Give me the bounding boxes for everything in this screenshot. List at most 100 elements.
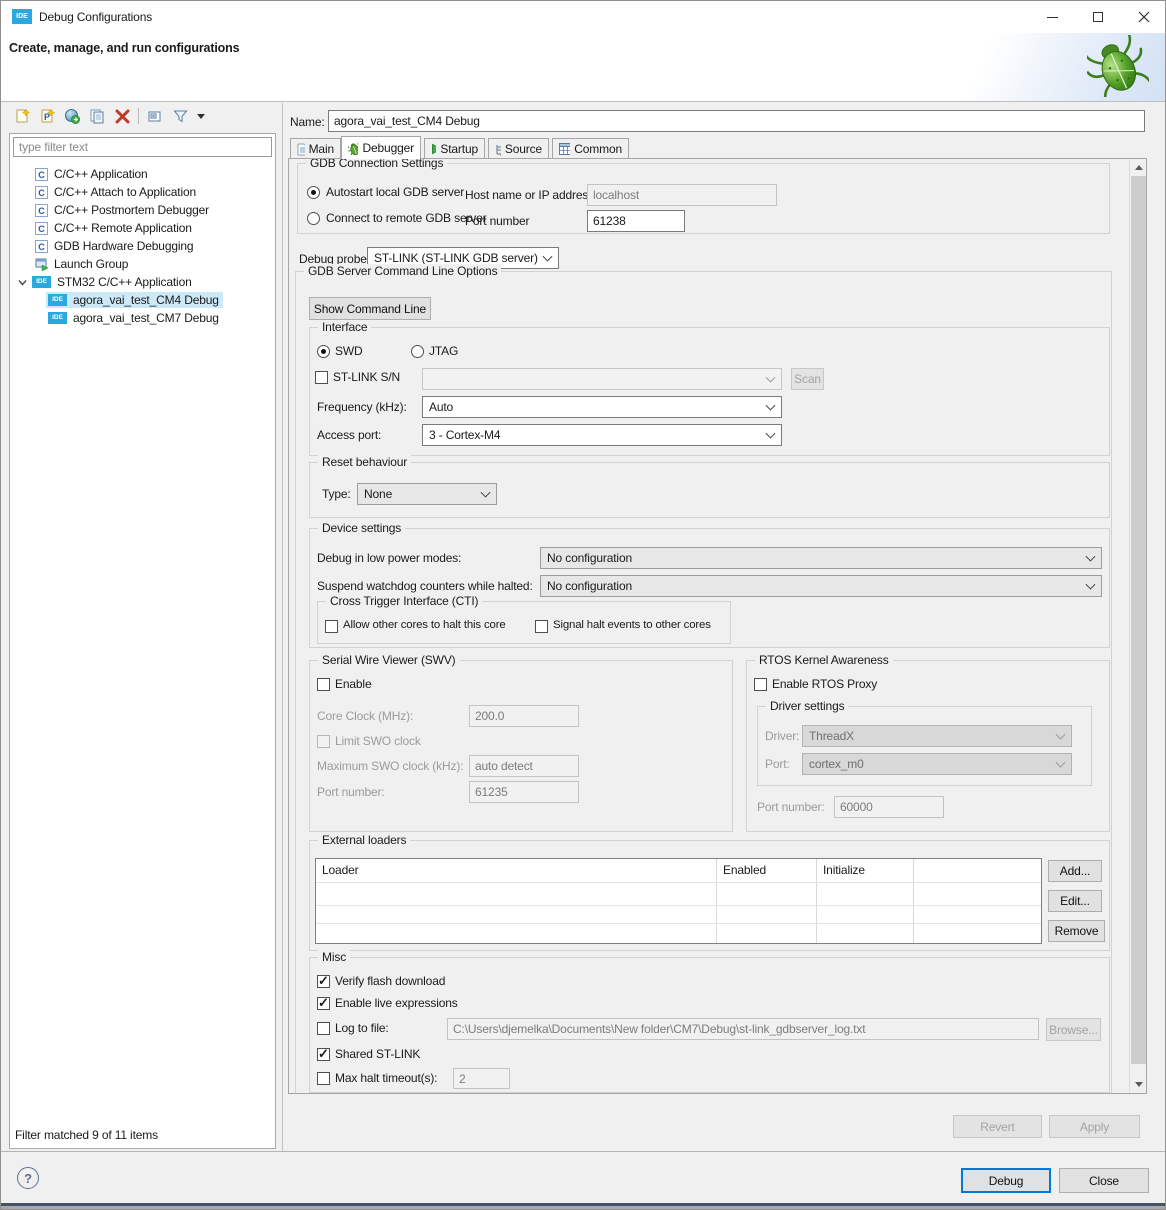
dialog-subtitle: Create, manage, and run configurations bbox=[9, 41, 240, 55]
live-expressions-checkbox[interactable] bbox=[317, 995, 330, 1011]
host-input[interactable]: localhost bbox=[587, 184, 777, 206]
swv-port-input[interactable]: 61235 bbox=[469, 781, 579, 803]
tab-main[interactable]: Main bbox=[290, 138, 341, 159]
log-file-input[interactable]: C:\Users\djemelka\Documents\New folder\C… bbox=[447, 1018, 1039, 1040]
swd-label: SWD bbox=[335, 344, 363, 358]
launch-group-icon bbox=[35, 258, 49, 271]
limit-swo-checkbox[interactable] bbox=[317, 735, 330, 748]
stlink-sn-combo[interactable] bbox=[422, 368, 782, 390]
signal-halt-checkbox[interactable] bbox=[535, 620, 548, 633]
driver-combo[interactable]: ThreadX bbox=[802, 725, 1072, 747]
scan-button[interactable]: Scan bbox=[791, 368, 824, 390]
rtos-port-combo[interactable]: cortex_m0 bbox=[802, 753, 1072, 775]
max-halt-input[interactable]: 2 bbox=[453, 1068, 510, 1089]
tree-item-stm32-application[interactable]: IDE STM32 C/C++ Application bbox=[18, 273, 192, 291]
tab-common[interactable]: Common bbox=[552, 138, 629, 159]
log-to-file-checkbox[interactable] bbox=[317, 1022, 330, 1035]
max-swo-input[interactable]: auto detect bbox=[469, 755, 579, 777]
minimize-button[interactable] bbox=[1029, 1, 1075, 33]
remote-gdb-radio[interactable] bbox=[307, 212, 320, 225]
swd-radio[interactable] bbox=[317, 345, 330, 358]
scroll-up-icon bbox=[1134, 165, 1143, 170]
apply-button[interactable]: Apply bbox=[1049, 1115, 1140, 1138]
collapse-all-button[interactable] bbox=[146, 107, 164, 125]
watchdog-combo[interactable]: No configuration bbox=[540, 575, 1102, 597]
verify-flash-checkbox[interactable] bbox=[317, 973, 330, 989]
allow-halt-checkbox[interactable] bbox=[325, 620, 338, 633]
loaders-table[interactable]: Loader Enabled Initialize bbox=[315, 858, 1042, 944]
debugger-tab-content: GDB Connection Settings Autostart local … bbox=[288, 158, 1147, 1094]
debug-button[interactable]: Debug bbox=[961, 1168, 1051, 1193]
window-title: Debug Configurations bbox=[39, 10, 153, 24]
name-input[interactable]: agora_vai_test_CM4 Debug bbox=[328, 110, 1145, 132]
edit-loader-button[interactable]: Edit... bbox=[1048, 890, 1102, 912]
remote-gdb-label: Connect to remote GDB server bbox=[326, 211, 487, 225]
chevron-down-icon bbox=[765, 428, 776, 439]
filter-button[interactable] bbox=[171, 107, 189, 125]
stlink-sn-checkbox[interactable] bbox=[315, 371, 328, 384]
close-dialog-button[interactable]: Close bbox=[1059, 1168, 1149, 1193]
jtag-radio[interactable] bbox=[411, 345, 424, 358]
sidebar-toolbar: P bbox=[9, 101, 277, 131]
filter-input[interactable]: type filter text bbox=[13, 137, 272, 157]
help-button[interactable]: ? bbox=[17, 1167, 39, 1189]
access-port-combo[interactable]: 3 - Cortex-M4 bbox=[422, 424, 782, 446]
show-command-line-button[interactable]: Show Command Line bbox=[309, 297, 431, 320]
tree-item-cm7-debug[interactable]: IDE agora_vai_test_CM7 Debug bbox=[48, 309, 219, 327]
maximize-button[interactable] bbox=[1075, 1, 1121, 33]
tab-source[interactable]: Source bbox=[488, 138, 549, 159]
tree-item-cpp-remote[interactable]: C C/C++ Remote Application bbox=[35, 219, 192, 237]
new-prototype-button[interactable]: P bbox=[38, 107, 56, 125]
remove-loader-button[interactable]: Remove bbox=[1048, 920, 1105, 942]
minimize-icon bbox=[1046, 16, 1058, 18]
watchdog-label: Suspend watchdog counters while halted: bbox=[317, 579, 533, 593]
swv-enable-checkbox[interactable] bbox=[317, 678, 330, 691]
low-power-combo[interactable]: No configuration bbox=[540, 547, 1102, 569]
browse-button[interactable]: Browse... bbox=[1046, 1018, 1101, 1041]
tree-item-cpp-application[interactable]: C C/C++ Application bbox=[35, 165, 148, 183]
close-button[interactable] bbox=[1121, 1, 1165, 33]
scroll-up-button[interactable] bbox=[1130, 159, 1146, 176]
export-configuration-button[interactable] bbox=[63, 107, 81, 125]
document-icon bbox=[297, 143, 305, 155]
toolbar-menu-arrow[interactable] bbox=[196, 107, 206, 125]
limit-swo-label: Limit SWO clock bbox=[335, 734, 421, 748]
table-row bbox=[316, 882, 1041, 883]
tab-startup[interactable]: Startup bbox=[424, 138, 485, 159]
max-halt-checkbox[interactable] bbox=[317, 1072, 330, 1085]
filter-status: Filter matched 9 of 11 items bbox=[15, 1128, 158, 1142]
tree-item-cpp-attach[interactable]: C C/C++ Attach to Application bbox=[35, 183, 196, 201]
stlink-sn-label: ST-LINK S/N bbox=[333, 370, 401, 384]
tab-debugger[interactable]: Debugger bbox=[341, 136, 421, 159]
c-application-icon: C bbox=[35, 203, 48, 217]
add-loader-button[interactable]: Add... bbox=[1048, 860, 1102, 882]
duplicate-button[interactable] bbox=[88, 107, 106, 125]
rtos-port-number-input[interactable]: 60000 bbox=[834, 796, 944, 818]
scroll-down-button[interactable] bbox=[1130, 1076, 1146, 1093]
tree-item-gdb-hardware[interactable]: C GDB Hardware Debugging bbox=[35, 237, 194, 255]
scrollbar-thumb[interactable] bbox=[1131, 176, 1146, 1064]
delete-button[interactable] bbox=[113, 107, 131, 125]
reset-type-combo[interactable]: None bbox=[357, 483, 497, 505]
tree-item-launch-group[interactable]: Launch Group bbox=[35, 255, 128, 273]
shared-stlink-checkbox[interactable] bbox=[317, 1046, 330, 1062]
frequency-combo[interactable]: Auto bbox=[422, 396, 782, 418]
source-icon bbox=[496, 144, 501, 156]
chevron-down-icon bbox=[1085, 579, 1096, 590]
revert-button[interactable]: Revert bbox=[953, 1115, 1042, 1138]
tree-item-cpp-postmortem[interactable]: C C/C++ Postmortem Debugger bbox=[35, 201, 209, 219]
stm32-ide-icon: IDE bbox=[48, 294, 67, 306]
c-application-icon: C bbox=[35, 221, 48, 235]
name-label: Name: bbox=[290, 115, 325, 129]
new-configuration-button[interactable] bbox=[13, 107, 31, 125]
core-clock-input[interactable]: 200.0 bbox=[469, 705, 579, 727]
expander-icon[interactable] bbox=[18, 278, 27, 287]
vertical-scrollbar[interactable] bbox=[1129, 159, 1146, 1093]
autostart-gdb-radio[interactable] bbox=[307, 186, 320, 199]
rtos-proxy-checkbox[interactable] bbox=[754, 678, 767, 691]
chevron-down-icon bbox=[1055, 757, 1066, 768]
enabled-column: Enabled bbox=[717, 859, 817, 943]
tree-item-cm4-debug[interactable]: IDE agora_vai_test_CM4 Debug bbox=[46, 291, 223, 309]
port-number-input[interactable]: 61238 bbox=[587, 210, 685, 232]
c-application-icon: C bbox=[35, 239, 48, 253]
